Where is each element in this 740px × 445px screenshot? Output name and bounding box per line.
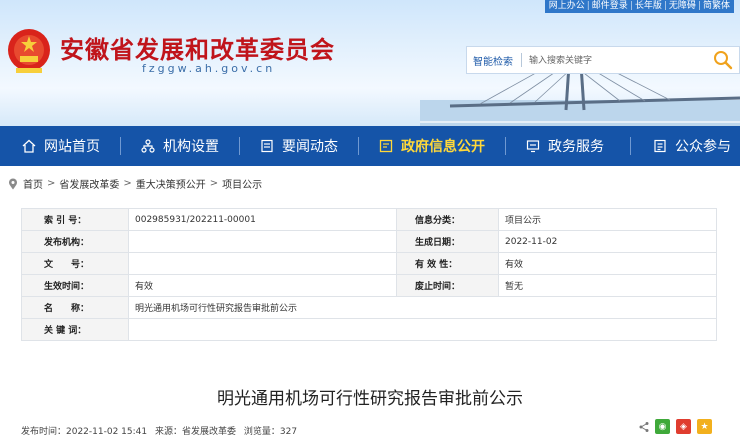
- table-row: 关 键 词：: [21, 318, 717, 341]
- nav-item-news[interactable]: 要闻动态: [260, 126, 338, 166]
- nav-item-services[interactable]: 政务服务: [526, 126, 604, 166]
- breadcrumb-separator: >: [209, 178, 219, 189]
- article-title: 明光通用机场可行性研究报告审批前公示: [217, 389, 523, 409]
- effective-time-value: 有效: [128, 274, 397, 297]
- keywords-label: 关 键 词：: [21, 318, 129, 341]
- nav-label-home: 网站首页: [44, 139, 100, 155]
- weibo-share-icon[interactable]: ◈: [676, 419, 691, 434]
- category-value: 项目公示: [498, 208, 717, 231]
- home-icon: [22, 139, 36, 153]
- document-info-table: 索 引 号： 002985931/202211-00001 信息分类： 项目公示…: [21, 208, 717, 341]
- search-divider: [521, 53, 522, 67]
- nav-label-info-open: 政府信息公开: [401, 139, 485, 155]
- qzone-share-icon[interactable]: ★: [697, 419, 712, 434]
- location-pin-icon: [9, 178, 17, 189]
- site-title: 安徽省发展和改革委员会: [60, 36, 335, 64]
- date-label: 生成日期：: [396, 230, 499, 253]
- breadcrumb-project-notice[interactable]: 项目公示: [222, 176, 262, 191]
- nav-divider: [358, 137, 359, 155]
- nav-item-info-open[interactable]: 政府信息公开: [379, 126, 485, 166]
- effective-time-label: 生效时间：: [21, 274, 129, 297]
- validity-label: 有 效 性：: [396, 252, 499, 275]
- breadcrumb-separator: >: [47, 178, 56, 189]
- share-bar: ◉ ◈ ★: [639, 419, 712, 434]
- date-value: 2022-11-02: [498, 230, 717, 253]
- wechat-share-icon[interactable]: ◉: [655, 419, 670, 434]
- publish-time: 发布时间：2022-11-02 15:41: [21, 427, 148, 437]
- breadcrumb-home[interactable]: 首页: [23, 176, 43, 191]
- breadcrumb-separator: >: [123, 178, 132, 189]
- smart-search-label[interactable]: 智能检索: [473, 53, 513, 68]
- nav-item-home[interactable]: 网站首页: [22, 126, 100, 166]
- table-row: 名 称： 明光通用机场可行性研究报告审批前公示: [21, 296, 717, 319]
- nav-divider: [120, 137, 121, 155]
- search-icon[interactable]: [713, 50, 733, 70]
- table-row: 生效时间： 有效 废止时间： 暂无: [21, 274, 717, 297]
- nav-item-organization[interactable]: 机构设置: [141, 126, 219, 166]
- nav-label-participation: 公众参与: [675, 139, 731, 155]
- top-link-elder[interactable]: 长年版: [635, 1, 662, 11]
- publisher-value: [128, 230, 397, 253]
- national-emblem-icon: [8, 29, 50, 73]
- nav-divider: [630, 137, 631, 155]
- main-nav: 网站首页 机构设置 要闻动态 政府信息公开 政务服务 公众参与: [0, 126, 740, 166]
- top-link-mail[interactable]: 邮件登录: [592, 1, 628, 11]
- keywords-value: [128, 318, 717, 341]
- nav-item-participation[interactable]: 公众参与: [653, 126, 731, 166]
- org-chart-icon: [141, 139, 155, 153]
- nav-divider: [505, 137, 506, 155]
- validity-value: 有效: [498, 252, 717, 275]
- nav-label-news: 要闻动态: [282, 139, 338, 155]
- article-source: 来源：省发展改革委: [154, 427, 236, 437]
- breadcrumb-commission[interactable]: 省发展改革委: [59, 176, 119, 191]
- breadcrumb-major-decisions[interactable]: 重大决策预公开: [136, 176, 206, 191]
- info-open-icon: [379, 139, 393, 153]
- table-row: 索 引 号： 002985931/202211-00001 信息分类： 项目公示: [21, 208, 717, 231]
- article-meta: 发布时间：2022-11-02 15:41 来源：省发展改革委 浏览量：327: [21, 424, 302, 437]
- participation-icon: [654, 139, 666, 153]
- docno-label: 文 号：: [21, 252, 129, 275]
- site-domain: fzggw.ah.gov.cn: [142, 62, 276, 75]
- share-icon[interactable]: [639, 421, 649, 433]
- category-label: 信息分类：: [396, 208, 499, 231]
- top-link-office[interactable]: 网上办公: [549, 1, 585, 11]
- news-icon: [261, 139, 273, 153]
- docno-value: [128, 252, 397, 275]
- publisher-label: 发布机构：: [21, 230, 129, 253]
- index-value: 002985931/202211-00001: [128, 208, 397, 231]
- service-icon: [526, 140, 540, 153]
- breadcrumb: 首页 > 省发展改革委 > 重大决策预公开 > 项目公示: [8, 176, 262, 191]
- nav-label-organization: 机构设置: [163, 139, 219, 155]
- index-label: 索 引 号：: [21, 208, 129, 231]
- name-label: 名 称：: [21, 296, 129, 319]
- search-box: 智能检索: [466, 46, 740, 74]
- top-link-accessibility[interactable]: 无障碍: [669, 1, 696, 11]
- top-link-traditional[interactable]: 简繁体: [703, 1, 730, 11]
- view-count: 浏览量：327: [243, 427, 298, 437]
- search-input[interactable]: [527, 51, 701, 71]
- nav-label-services: 政务服务: [548, 139, 604, 155]
- expire-time-label: 废止时间：: [396, 274, 499, 297]
- table-row: 文 号： 有 效 性： 有效: [21, 252, 717, 275]
- expire-time-value: 暂无: [498, 274, 717, 297]
- name-value: 明光通用机场可行性研究报告审批前公示: [128, 296, 717, 319]
- nav-divider: [239, 137, 240, 155]
- site-header: 网上办公 | 邮件登录 | 长年版 | 无障碍 | 简繁体 安徽省发展和改革委员会 fzggw.…: [0, 0, 740, 126]
- table-row: 发布机构： 生成日期： 2022-11-02: [21, 230, 717, 253]
- top-links-bar: 网上办公 | 邮件登录 | 长年版 | 无障碍 | 简繁体: [544, 0, 734, 13]
